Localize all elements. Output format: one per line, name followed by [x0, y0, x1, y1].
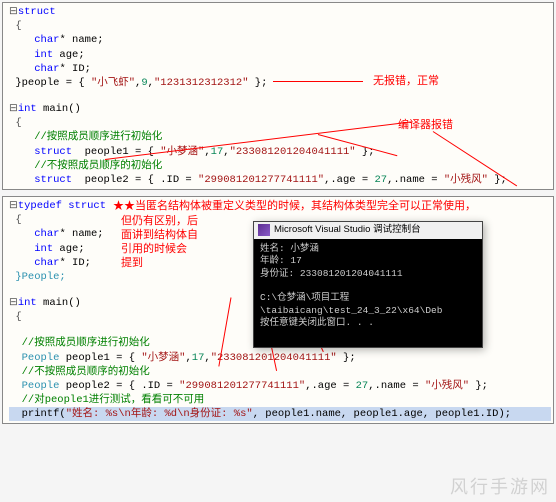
console-title-text: Microsoft Visual Studio 调试控制台	[274, 224, 421, 237]
code-block-2: ⊟typedef struct { char* name; int age; c…	[2, 196, 554, 424]
code-line: //按照成员顺序进行初始化	[9, 130, 551, 144]
code-line	[9, 90, 551, 102]
code-line: }people = { "小飞虾",9,"1231312312312" };	[9, 76, 551, 90]
code-line: int age;	[9, 48, 551, 62]
console-popup[interactable]: Microsoft Visual Studio 调试控制台 姓名: 小梦涵 年龄…	[253, 221, 483, 348]
code-line-selected: printf("姓名: %s\n年龄: %d\n身份证: %s", people…	[9, 407, 551, 421]
code-block-1: ⊟struct { char* name; int age; char* ID;…	[2, 2, 554, 190]
console-titlebar[interactable]: Microsoft Visual Studio 调试控制台	[254, 222, 482, 239]
code-line: {	[9, 19, 551, 33]
watermark: 风行手游网	[450, 473, 550, 499]
code-line: ⊟struct	[9, 5, 551, 19]
code-line: ⊟int main()	[9, 102, 551, 116]
code-line: ⊟typedef struct	[9, 199, 551, 213]
code-line: {	[9, 116, 551, 130]
console-output: 姓名: 小梦涵 年龄: 17 身份证: 233081201204041111 C…	[254, 239, 482, 347]
code-line: struct people2 = { .ID = "29908120127774…	[9, 173, 551, 187]
code-line: //对people1进行测试，看看可不可用	[9, 393, 551, 407]
code-line: struct people1 = { "小梦涵",17,"23308120120…	[9, 145, 551, 159]
code-line: char* ID;	[9, 62, 551, 76]
code-line: char* name;	[9, 33, 551, 47]
code-line: People people2 = { .ID = "29908120127774…	[9, 379, 551, 393]
code-line: //不按照成员顺序的初始化	[9, 159, 551, 173]
vs-icon	[258, 224, 270, 236]
code-line: //不按照成员顺序的初始化	[9, 365, 551, 379]
code-line: People people1 = { "小梦涵",17,"23308120120…	[9, 351, 551, 365]
